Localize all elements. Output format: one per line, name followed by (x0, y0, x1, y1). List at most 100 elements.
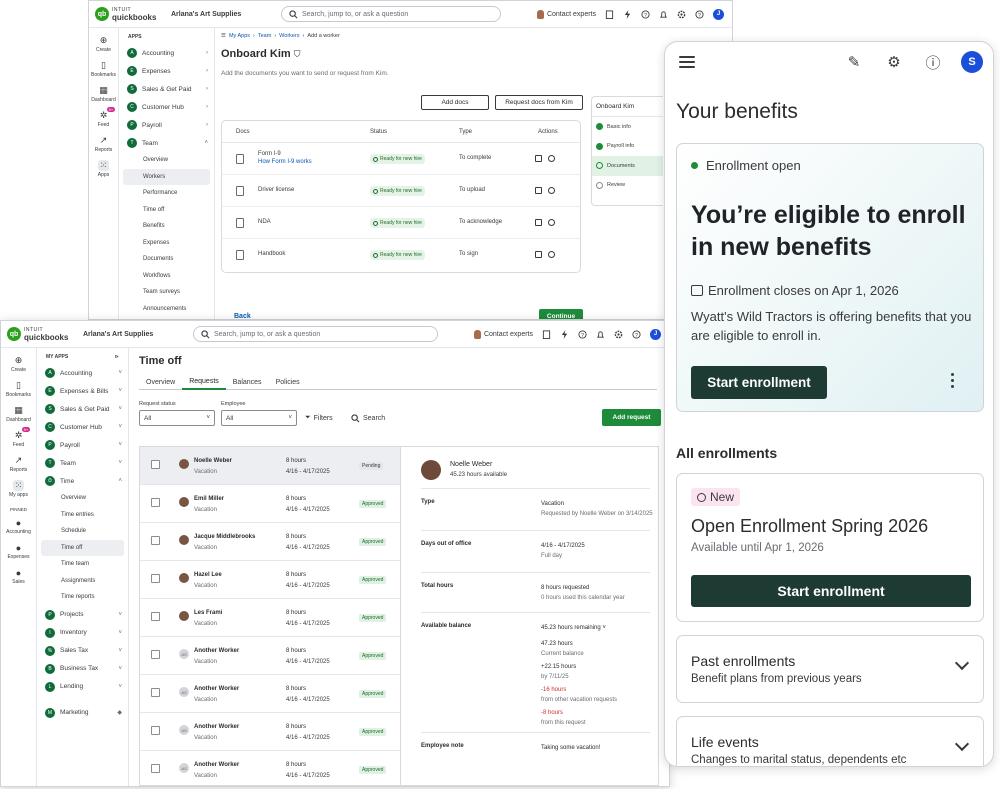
remove-icon[interactable] (548, 251, 555, 258)
rail-dashboard[interactable]: ▦ Dashboard (6, 405, 30, 423)
rail-create[interactable]: ⊕ Create (11, 355, 26, 373)
employee-select[interactable]: All ˅ (221, 410, 297, 426)
add-request-button[interactable]: Add request (602, 409, 661, 426)
table-row[interactable]: AS Another Worker Vacation 8 hours 4/16 - 4/… (140, 675, 400, 713)
table-row[interactable]: Les Frami Vacation 8 hours 4/16 - 4/17/2025… (140, 599, 400, 637)
start-enrollment-button[interactable]: Start enrollment (691, 575, 971, 607)
nav-app-payroll[interactable]: P Payroll ˅ (37, 436, 128, 454)
help-icon[interactable]: ? (641, 9, 650, 19)
rail-create[interactable]: ⊕ Create (96, 35, 111, 53)
nav-app-time[interactable]: ⏱ Time ˄ (37, 472, 128, 490)
rail-pinned-expenses[interactable]: ● Expenses (8, 542, 30, 561)
nav-sub-time-team[interactable]: Time team (37, 556, 128, 573)
row-checkbox[interactable] (151, 650, 160, 659)
past-enrollments-accordion[interactable]: Past enrollments Benefit plans from prev… (676, 635, 984, 703)
tab-balances[interactable]: Balances (226, 375, 269, 390)
edit-icon[interactable] (535, 187, 542, 194)
remove-icon[interactable] (548, 187, 555, 194)
nav-app-expenses-bills[interactable]: E Expenses & Bills ˅ (37, 382, 128, 400)
nav-app-customer-hub[interactable]: C Customer Hub ˅ (37, 418, 128, 436)
nav-app-sales[interactable]: S Sales & Get Paid › (119, 80, 214, 98)
nav-sub-time-off[interactable]: Time off (41, 539, 124, 556)
help-icon[interactable]: ⓘ (924, 53, 942, 72)
crumb-my-apps[interactable]: My Apps (229, 33, 250, 39)
row-checkbox[interactable] (151, 764, 160, 773)
nav-app-sales[interactable]: S Sales & Get Paid ˅ (37, 400, 128, 418)
menu-icon[interactable]: ☰ (221, 33, 226, 39)
rail-reports[interactable]: ↗ Reports (10, 455, 28, 473)
nav-sub-benefits[interactable]: Benefits (119, 218, 214, 235)
table-row[interactable]: Jacque Middlebrooks Vacation 8 hours 4/16 -… (140, 523, 400, 561)
nav-sub-workers[interactable]: Workers (123, 168, 210, 185)
nav-sub-time-entries[interactable]: Time entries (37, 507, 128, 524)
step-review[interactable]: Review (592, 176, 663, 196)
request-status-select[interactable]: All ˅ (139, 410, 215, 426)
nav-app-customer-hub[interactable]: C Customer Hub › (119, 98, 214, 116)
tab-requests[interactable]: Requests (182, 375, 226, 390)
help-icon[interactable]: ? (578, 329, 587, 339)
nav-app-team[interactable]: T Team ˅ (37, 454, 128, 472)
search-input[interactable]: Search, jump to, or ask a question (281, 6, 501, 22)
rail-pinned-accounting[interactable]: ● Accounting (6, 517, 31, 536)
nav-sub-time-off[interactable]: Time off (119, 202, 214, 219)
rail-dashboard[interactable]: ▦ Dashboard (91, 85, 115, 103)
gear-icon[interactable]: ⚙ (885, 53, 903, 71)
row-checkbox[interactable] (151, 536, 160, 545)
back-link[interactable]: Back (234, 313, 251, 319)
table-row[interactable]: AS Another Worker Vacation 8 hours 4/16 - 4/… (140, 713, 400, 751)
step-documents[interactable]: Documents (592, 156, 663, 176)
rail-apps[interactable]: ⁙ Apps (98, 160, 109, 178)
doc-help-link[interactable]: How Form I-9 works (258, 159, 312, 165)
start-enrollment-button[interactable]: Start enrollment (691, 366, 827, 399)
bolt-icon[interactable] (560, 329, 569, 339)
bell-icon[interactable] (659, 10, 668, 19)
filters-button[interactable]: ⏷ Filters (305, 414, 333, 422)
clipboard-icon[interactable] (542, 329, 551, 339)
nav-app-payroll[interactable]: P Payroll › (119, 116, 214, 134)
quickbooks-logo[interactable]: qb INTUIT quickbooks (89, 7, 171, 22)
question-icon[interactable]: ? (632, 329, 641, 339)
nav-sub-announcements[interactable]: Announcements (119, 301, 214, 318)
row-checkbox[interactable] (151, 574, 160, 583)
row-checkbox[interactable] (151, 726, 160, 735)
nav-sub-time-reports[interactable]: Time reports (37, 589, 128, 606)
crumb-workers[interactable]: Workers (279, 33, 299, 39)
rail-feed[interactable]: ✲ 9+ Feed (98, 107, 116, 128)
row-checkbox[interactable] (151, 460, 160, 469)
nav-app-lending[interactable]: L Lending ˅ (37, 678, 128, 696)
rail-pinned-sales[interactable]: ● Sales (12, 567, 25, 586)
remove-icon[interactable] (548, 219, 555, 226)
nav-sub-team-surveys[interactable]: Team surveys (119, 284, 214, 301)
edit-icon[interactable] (535, 251, 542, 258)
bookmark-icon[interactable]: ⛉ (294, 49, 301, 59)
nav-sub-performance[interactable]: Performance (119, 185, 214, 202)
rail-feed[interactable]: ✲ 9+ Feed (13, 427, 31, 448)
step-payroll-info[interactable]: Payroll info (592, 137, 663, 157)
row-checkbox[interactable] (151, 612, 160, 621)
nav-app-projects[interactable]: P Projects ˅ (37, 606, 128, 624)
remove-icon[interactable] (548, 155, 555, 162)
search-button[interactable]: Search (351, 414, 385, 423)
bell-icon[interactable] (596, 330, 605, 339)
rail-bookmarks[interactable]: ▯ Bookmarks (91, 60, 116, 78)
life-events-accordion[interactable]: Life events Changes to marital status, d… (676, 716, 984, 766)
table-row[interactable]: Noelle Weber Vacation 8 hours 4/16 - 4/17/2… (140, 447, 400, 485)
nav-app-marketing[interactable]: M Marketing ◆ (37, 704, 128, 722)
rail-reports[interactable]: ↗ Reports (95, 135, 113, 153)
table-row[interactable]: AS Another Worker Vacation 8 hours 4/16 - 4/… (140, 637, 400, 675)
nav-sub-assignments[interactable]: Assignments (37, 573, 128, 590)
quickbooks-logo[interactable]: qb INTUIT quickbooks (1, 327, 83, 342)
add-docs-button[interactable]: Add docs (421, 95, 489, 110)
edit-icon[interactable] (535, 219, 542, 226)
gear-icon[interactable] (677, 10, 686, 19)
question-icon[interactable]: ? (695, 9, 704, 19)
tab-overview[interactable]: Overview (139, 375, 182, 390)
user-avatar[interactable]: J (650, 328, 661, 340)
nav-sub-workflows[interactable]: Workflows (119, 268, 214, 285)
edit-icon[interactable] (535, 155, 542, 162)
bolt-icon[interactable] (623, 9, 632, 19)
more-options-icon[interactable] (951, 373, 957, 391)
table-row[interactable]: AS Another Worker Vacation 8 hours 4/16 - 4/… (140, 751, 400, 786)
nav-sub-documents[interactable]: Documents (119, 251, 214, 268)
tab-policies[interactable]: Policies (269, 375, 307, 390)
